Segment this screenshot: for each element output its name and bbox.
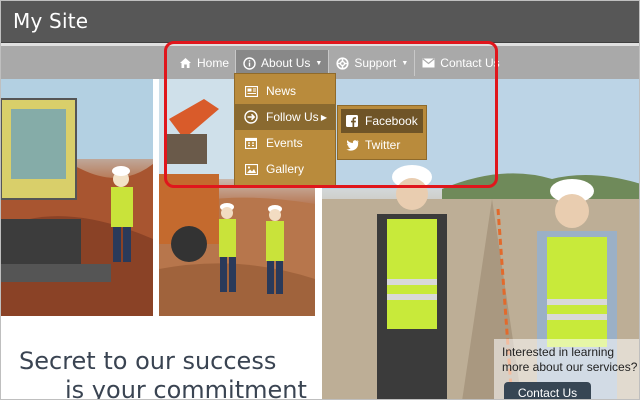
submenu-label-facebook: Facebook — [365, 114, 418, 128]
dropdown-item-events[interactable]: Events — [235, 130, 335, 156]
tagline-line-1: Secret to our success — [19, 347, 277, 375]
submenu-item-twitter[interactable]: Twitter — [338, 133, 426, 157]
tagline: Secret to our success is your commitment — [19, 347, 307, 400]
dropdown-label-follow-us: Follow Us — [266, 110, 319, 124]
nav-label-contact-us: Contact Us — [440, 56, 500, 70]
info-icon — [242, 56, 256, 70]
nav-item-home[interactable]: Home — [172, 50, 235, 76]
tagline-line-2: is your commitment — [65, 376, 307, 400]
dropdown-item-follow-us[interactable]: Follow Us ▶ — [235, 104, 335, 130]
calendar-icon — [244, 136, 258, 150]
chevron-down-icon: ▼ — [315, 59, 323, 67]
dropdown-label-events: Events — [266, 136, 303, 150]
chevron-down-icon: ▼ — [401, 59, 409, 67]
follow-us-submenu: Facebook Twitter — [337, 105, 427, 160]
nav-label-about-us: About Us — [261, 56, 311, 70]
dropdown-item-gallery[interactable]: Gallery — [235, 156, 335, 182]
page: My Site Home About Us ▼ Support ▼ Contac… — [0, 0, 640, 400]
twitter-icon — [345, 138, 359, 152]
lifebuoy-icon — [335, 56, 349, 70]
cta-text: Interested in learning more about our se… — [502, 345, 638, 374]
cta-box: Interested in learning more about our se… — [494, 339, 639, 399]
chevron-right-icon: ▶ — [320, 112, 327, 122]
arrow-circle-icon — [244, 110, 258, 124]
newspaper-icon — [244, 84, 258, 98]
picture-icon — [244, 162, 258, 176]
envelope-icon — [421, 56, 435, 70]
about-us-dropdown: News Follow Us ▶ Events Gallery — [234, 73, 336, 186]
construction-photo-excavator — [1, 79, 153, 316]
submenu-label-twitter: Twitter — [365, 138, 401, 152]
dropdown-label-news: News — [266, 84, 297, 98]
dropdown-item-news[interactable]: News — [235, 78, 335, 104]
home-icon — [178, 56, 192, 70]
nav-label-home: Home — [197, 56, 230, 70]
nav-label-support: Support — [354, 56, 397, 70]
nav-item-support[interactable]: Support ▼ — [329, 50, 414, 76]
site-header: My Site — [1, 1, 639, 43]
site-title[interactable]: My Site — [13, 9, 88, 33]
facebook-icon — [345, 114, 359, 128]
contact-us-button[interactable]: Contact Us — [504, 382, 591, 399]
dropdown-label-gallery: Gallery — [266, 162, 305, 176]
nav-item-contact-us[interactable]: Contact Us — [415, 50, 505, 76]
submenu-item-facebook[interactable]: Facebook — [341, 109, 423, 133]
nav-items: Home About Us ▼ Support ▼ Contact Us — [172, 50, 506, 76]
